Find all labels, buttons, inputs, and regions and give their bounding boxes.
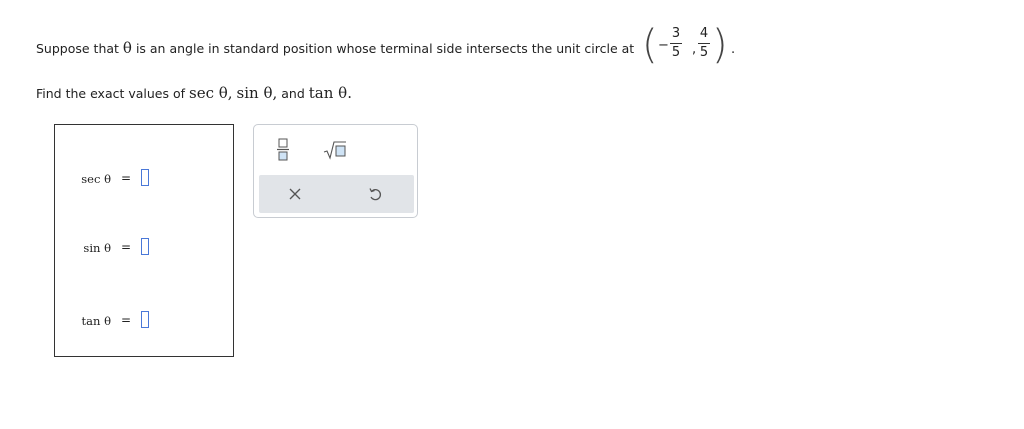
prompt-intro: Suppose that bbox=[36, 41, 119, 56]
minus-sign: − bbox=[658, 38, 669, 53]
sec-term: sec θ, bbox=[189, 84, 233, 102]
equals-sign: = bbox=[121, 240, 132, 254]
y-numerator: 4 bbox=[699, 26, 709, 41]
sec-row: sec θ = bbox=[67, 169, 217, 191]
equals-sign: = bbox=[121, 171, 132, 185]
square-root-button[interactable] bbox=[320, 137, 350, 163]
prompt-rest: is an angle in standard position whose t… bbox=[135, 41, 635, 56]
math-palette bbox=[253, 124, 418, 218]
y-fraction: 4 5 bbox=[698, 26, 710, 61]
sin-answer-input[interactable] bbox=[141, 238, 149, 255]
coordinate-point: ( − 3 5 , 4 5 ) . bbox=[640, 22, 735, 68]
undo-icon bbox=[369, 188, 382, 201]
left-paren: ( bbox=[642, 22, 658, 68]
theta-symbol: θ bbox=[122, 39, 132, 57]
sin-label: sin θ bbox=[83, 241, 111, 255]
sec-answer-input[interactable] bbox=[141, 169, 149, 186]
sin-row: sin θ = bbox=[67, 238, 217, 260]
action-bar bbox=[259, 175, 414, 213]
x-denominator: 5 bbox=[671, 45, 681, 60]
fraction-button[interactable] bbox=[270, 135, 296, 163]
equals-sign: = bbox=[121, 313, 132, 327]
sin-term: sin θ, bbox=[236, 84, 278, 102]
tan-term: tan θ. bbox=[308, 84, 352, 102]
undo-button[interactable] bbox=[365, 184, 385, 204]
question-text-line1: Suppose that θ is an angle in standard p… bbox=[36, 39, 634, 57]
and-text: and bbox=[281, 86, 305, 101]
x-numerator: 3 bbox=[671, 26, 681, 41]
find-text: Find the exact values of bbox=[36, 86, 186, 101]
y-denominator: 5 bbox=[699, 45, 709, 60]
sec-label: sec θ bbox=[81, 172, 111, 186]
square-root-icon bbox=[323, 141, 346, 160]
right-paren: ) bbox=[712, 22, 728, 68]
answer-box: sec θ = sin θ = tan θ = bbox=[54, 124, 234, 357]
tan-label: tan θ bbox=[81, 314, 111, 328]
clear-button[interactable] bbox=[285, 184, 305, 204]
question-text-line2: Find the exact values of sec θ, sin θ, a… bbox=[36, 84, 352, 102]
period: . bbox=[731, 42, 736, 57]
tan-answer-input[interactable] bbox=[141, 311, 149, 328]
clear-icon bbox=[289, 188, 301, 200]
fraction-icon bbox=[277, 138, 289, 161]
tan-row: tan θ = bbox=[67, 311, 217, 333]
x-fraction: 3 5 bbox=[670, 26, 682, 61]
comma: , bbox=[692, 42, 697, 57]
